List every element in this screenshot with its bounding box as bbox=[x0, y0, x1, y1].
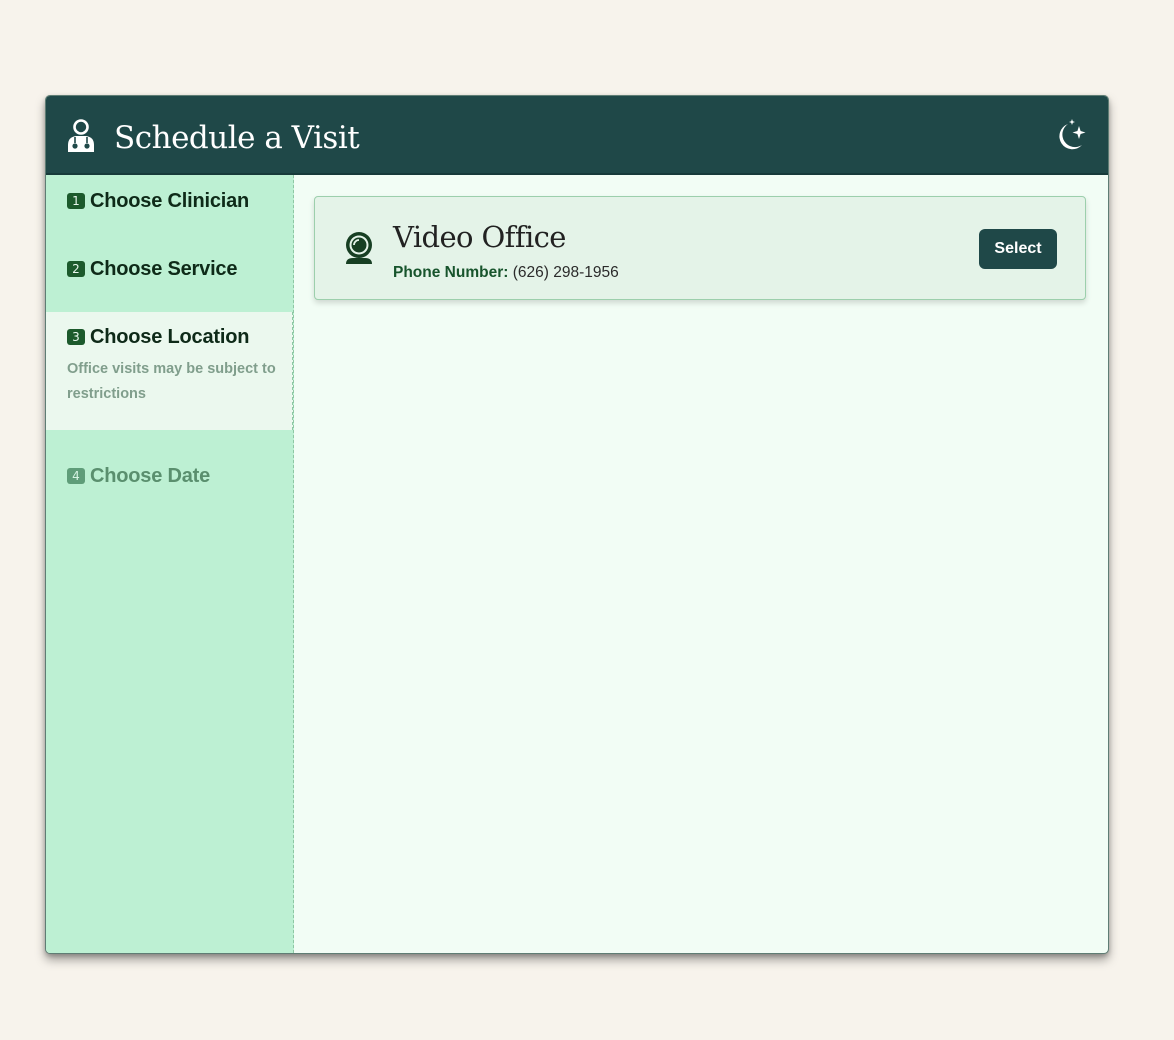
page-title: Schedule a Visit bbox=[114, 120, 360, 156]
phone-label: Phone Number: bbox=[393, 264, 509, 281]
location-phone: Phone Number: (626) 298-1956 bbox=[393, 263, 619, 283]
step-label: Choose Location bbox=[90, 325, 250, 348]
app-header: Schedule a Visit bbox=[46, 96, 1108, 175]
step-label: Choose Service bbox=[90, 257, 238, 280]
location-card-video-office: Video Office Phone Number: (626) 298-195… bbox=[314, 196, 1086, 300]
doctor-icon bbox=[68, 119, 94, 152]
steps-sidebar: 1 Choose Clinician 2 Choose Service 3 Ch… bbox=[46, 175, 294, 953]
step-number-badge: 2 bbox=[67, 261, 85, 277]
step-choose-service[interactable]: 2 Choose Service bbox=[46, 257, 293, 313]
step-note: Office visits may be subject to restrict… bbox=[67, 361, 276, 402]
select-location-button[interactable]: Select bbox=[979, 229, 1057, 269]
step-choose-location[interactable]: 3 Choose Location Office visits may be s… bbox=[46, 312, 293, 430]
step-number-badge: 3 bbox=[67, 329, 85, 345]
webcam-icon bbox=[346, 232, 372, 264]
step-number-badge: 4 bbox=[67, 468, 85, 484]
scheduler-window: Schedule a Visit 1 Choose Clinician 2 Ch… bbox=[45, 95, 1109, 954]
step-label: Choose Date bbox=[90, 464, 211, 487]
location-name: Video Office bbox=[393, 220, 566, 254]
location-list: Video Office Phone Number: (626) 298-195… bbox=[294, 175, 1108, 953]
phone-value: (626) 298-1956 bbox=[512, 264, 619, 281]
step-choose-date: 4 Choose Date bbox=[46, 464, 293, 520]
step-choose-clinician[interactable]: 1 Choose Clinician bbox=[46, 189, 293, 245]
moon-stars-icon[interactable] bbox=[1052, 118, 1090, 154]
step-label: Choose Clinician bbox=[90, 189, 250, 212]
step-number-badge: 1 bbox=[67, 193, 85, 209]
